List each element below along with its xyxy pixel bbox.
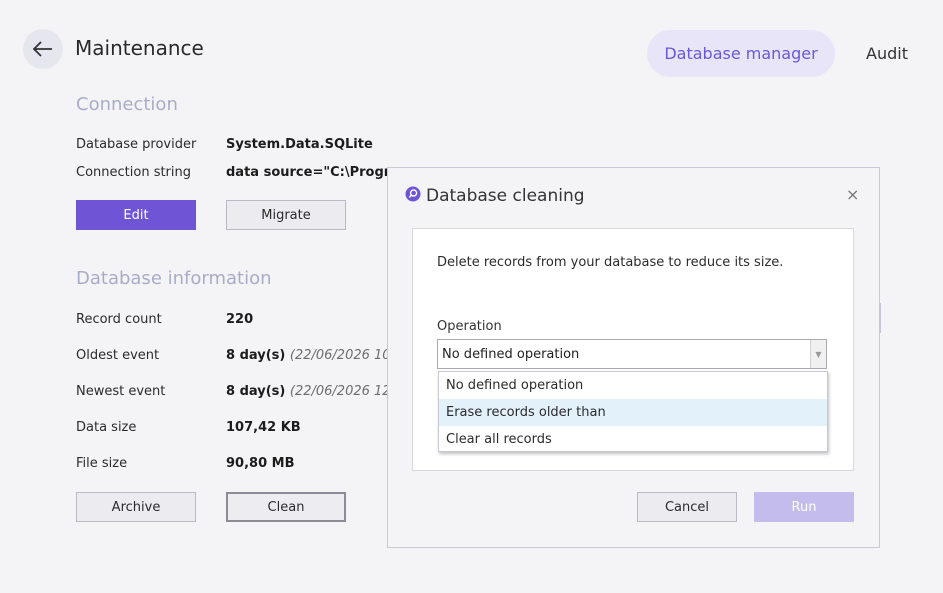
newest-event-label: Newest event <box>76 384 166 399</box>
dropdown-option[interactable]: No defined operation <box>439 372 827 399</box>
provider-value: System.Data.SQLite <box>226 137 373 152</box>
dialog-title: Database cleaning <box>426 186 585 206</box>
operation-label: Operation <box>437 319 502 334</box>
search-circle-icon <box>405 186 421 202</box>
arrow-left-icon <box>33 41 52 57</box>
dropdown-option[interactable]: Clear all records <box>439 426 827 453</box>
edit-button[interactable]: Edit <box>76 200 196 230</box>
oldest-event-label: Oldest event <box>76 348 160 363</box>
connection-section-title: Connection <box>76 94 178 115</box>
scroll-indicator <box>879 303 881 333</box>
operation-selected-value: No defined operation <box>442 346 580 362</box>
clean-button[interactable]: Clean <box>226 492 346 522</box>
dropdown-option[interactable]: Erase records older than <box>439 399 827 426</box>
data-size-label: Data size <box>76 420 137 435</box>
db-info-section-title: Database information <box>76 268 272 289</box>
cancel-button[interactable]: Cancel <box>637 492 737 522</box>
tab-audit[interactable]: Audit <box>866 44 908 63</box>
file-size-value: 90,80 MB <box>226 456 295 471</box>
dialog-description: Delete records from your database to red… <box>437 255 784 270</box>
operation-dropdown-list: No defined operation Erase records older… <box>438 371 828 452</box>
chevron-down-icon[interactable]: ▼ <box>810 340 826 368</box>
file-size-label: File size <box>76 456 128 471</box>
record-count-label: Record count <box>76 312 162 327</box>
connection-string-label: Connection string <box>76 165 192 180</box>
provider-label: Database provider <box>76 137 197 152</box>
close-icon[interactable]: × <box>846 185 859 204</box>
operation-select[interactable]: No defined operation ▼ <box>437 339 827 369</box>
connection-string-value: data source="C:\Program <box>226 165 413 180</box>
page-title: Maintenance <box>75 36 204 60</box>
archive-button[interactable]: Archive <box>76 492 196 522</box>
record-count-value: 220 <box>226 312 254 327</box>
back-button[interactable] <box>23 29 63 69</box>
data-size-value: 107,42 KB <box>226 420 301 435</box>
tab-database-manager[interactable]: Database manager <box>647 30 835 77</box>
migrate-button[interactable]: Migrate <box>226 200 346 230</box>
run-button[interactable]: Run <box>754 492 854 522</box>
